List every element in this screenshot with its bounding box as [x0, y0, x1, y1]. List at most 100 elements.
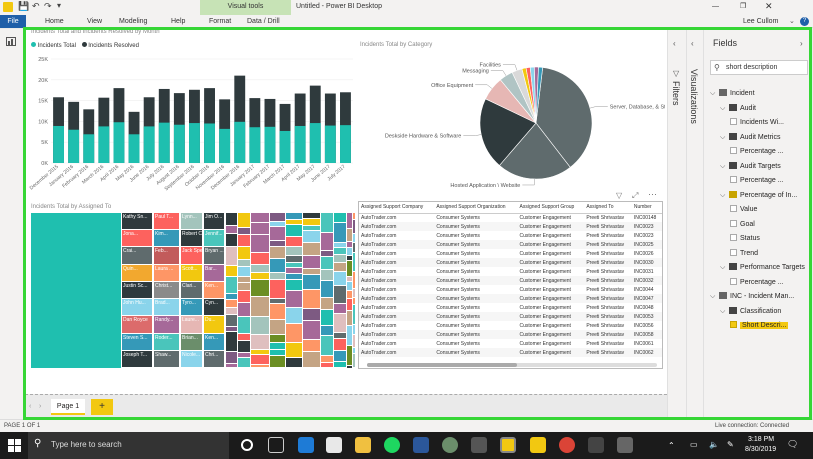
treemap-tile-assignee[interactable]: Steven S... [122, 333, 152, 350]
field-item[interactable]: Status [704, 232, 811, 246]
treemap-tile-small[interactable] [303, 269, 320, 274]
field-item[interactable]: Goal [704, 218, 811, 232]
field-checkbox[interactable] [730, 176, 737, 183]
treemap-tile-small[interactable] [334, 351, 346, 361]
monitor-app-icon[interactable] [471, 437, 487, 453]
undo-icon[interactable]: ↶ [32, 1, 40, 12]
treemap-tile-small[interactable] [270, 343, 285, 349]
treemap-tile-small[interactable] [347, 277, 352, 281]
page-next-icon[interactable]: › [39, 403, 41, 410]
treemap-tile-small[interactable] [238, 277, 250, 282]
treemap-tile-assignee[interactable]: Joseph T... [122, 350, 152, 367]
mail-icon[interactable] [326, 437, 342, 453]
window-close-button[interactable]: ✕ [765, 1, 773, 12]
treemap-tile-small[interactable] [321, 298, 333, 309]
treemap-tile-small[interactable] [347, 291, 352, 298]
table-horizontal-scrollbar[interactable] [367, 363, 657, 367]
treemap-tile-small[interactable] [347, 299, 352, 310]
clock-time[interactable]: 3:18 PM [748, 436, 774, 443]
treemap-tile-small[interactable] [270, 227, 285, 240]
treemap-tile-small[interactable] [238, 291, 250, 302]
clock-date[interactable]: 8/30/2019 [745, 446, 776, 453]
user-name[interactable]: Lee Cullom [743, 15, 778, 28]
save-icon[interactable]: 💾 [18, 1, 29, 12]
treemap-tile-small[interactable] [334, 314, 346, 332]
expand-chevron-icon[interactable]: ⌵ [720, 160, 729, 174]
remote-desktop-icon[interactable] [617, 437, 633, 453]
treemap-tile-small[interactable] [238, 213, 250, 227]
scrollbar-thumb[interactable] [367, 363, 517, 367]
treemap-tile-small[interactable] [347, 261, 352, 276]
field-item[interactable]: Trend [704, 247, 811, 261]
treemap-tile-small[interactable] [238, 235, 250, 246]
treemap-tile-small[interactable] [347, 213, 352, 228]
field-checkbox[interactable] [730, 205, 737, 212]
field-checkbox[interactable] [730, 248, 737, 256]
treemap-tile-small[interactable] [286, 324, 302, 342]
treemap-tile-assignee[interactable]: Cyn... [204, 299, 224, 316]
redo-icon[interactable]: ↷ [44, 1, 52, 12]
treemap-tile-assignee[interactable]: Roder... [154, 333, 179, 350]
terminal-app-icon[interactable] [588, 437, 604, 453]
treemap-tile-small[interactable] [286, 213, 302, 219]
treemap-tile-small[interactable] [270, 273, 285, 279]
expand-chevron-icon[interactable]: ⌵ [720, 305, 729, 319]
treemap-tile-small[interactable] [334, 255, 346, 262]
windows-start-icon[interactable] [8, 439, 21, 452]
treemap-tile-small[interactable] [353, 253, 355, 271]
treemap-tile-small[interactable] [303, 243, 320, 255]
treemap-tile-small[interactable] [226, 332, 237, 351]
field-item[interactable]: Short Descri... [704, 319, 811, 333]
treemap-tile-assignee[interactable]: Crai... [122, 247, 152, 264]
table-row[interactable]: AutoTrader.com Consumer Systems Customer E… [359, 330, 662, 339]
treemap-tile-small[interactable] [238, 358, 250, 367]
expand-chevron-icon[interactable]: ⌵ [710, 87, 719, 101]
treemap-tile-small[interactable] [251, 355, 269, 364]
treemap-tile-assignee[interactable]: Laure... [181, 316, 202, 333]
treemap-tile-assignee[interactable]: Chri... [204, 350, 224, 367]
treemap-tile-small[interactable] [251, 365, 269, 367]
field-item[interactable]: Value [704, 203, 811, 217]
expand-chevron-icon[interactable]: ⌵ [720, 131, 729, 145]
treemap-tile-assignee[interactable]: John Hu... [122, 299, 152, 316]
treemap-tile-small[interactable] [238, 334, 250, 340]
treemap-tile-small[interactable] [321, 310, 333, 325]
treemap-tile-small[interactable] [226, 364, 237, 367]
tab-modeling[interactable]: Modeling [119, 15, 147, 28]
treemap-tile-small[interactable] [334, 223, 346, 242]
filters-collapse-chevron-icon[interactable]: ‹ [673, 39, 676, 48]
treemap-tile-small[interactable] [334, 272, 346, 285]
treemap-tile-small[interactable] [321, 326, 333, 335]
treemap-tile-small[interactable] [270, 280, 285, 298]
treemap-tile-small[interactable] [226, 300, 237, 307]
spotify-icon[interactable] [384, 437, 400, 453]
treemap-tile-assignee[interactable]: Lynn... [181, 213, 202, 230]
treemap-tile-assignee[interactable]: Bryan ... [204, 247, 224, 264]
treemap-tile-assignee[interactable]: Clari... [181, 281, 202, 299]
treemap-tile-small[interactable] [303, 340, 320, 351]
treemap-tile-small[interactable] [286, 291, 302, 307]
treemap-tile-small[interactable] [238, 317, 250, 333]
treemap-tile-small[interactable] [353, 325, 355, 334]
treemap-tile-small[interactable] [226, 352, 237, 363]
table-row[interactable]: AutoTrader.com Consumer Systems Customer E… [359, 213, 662, 222]
field-checkbox[interactable] [730, 234, 737, 241]
table-row[interactable]: AutoTrader.com Consumer Systems Customer E… [359, 258, 662, 267]
treemap-tile-small[interactable] [347, 242, 352, 247]
treemap-tile-small[interactable] [303, 226, 320, 230]
treemap-tile-assignee[interactable]: Scott... [181, 264, 202, 281]
field-checkbox[interactable] [730, 219, 737, 227]
treemap-tile-small[interactable] [251, 317, 269, 334]
treemap-tile-small[interactable] [270, 259, 285, 272]
treemap-tile-small[interactable] [238, 247, 250, 259]
field-checkbox[interactable] [730, 118, 737, 125]
treemap-tile-small[interactable] [321, 356, 333, 362]
treemap-tile-small[interactable] [321, 336, 333, 355]
more-options-icon[interactable]: ⋯ [648, 189, 657, 200]
expand-chevron-icon[interactable]: ⌵ [720, 261, 729, 275]
treemap-tile-small[interactable] [226, 327, 237, 331]
treemap-tile-small[interactable] [303, 321, 320, 339]
table-row[interactable]: AutoTrader.com Consumer Systems Customer E… [359, 294, 662, 303]
table-column-header[interactable]: Assigned Support Company [359, 202, 435, 214]
treemap-tile-small[interactable] [226, 247, 237, 265]
